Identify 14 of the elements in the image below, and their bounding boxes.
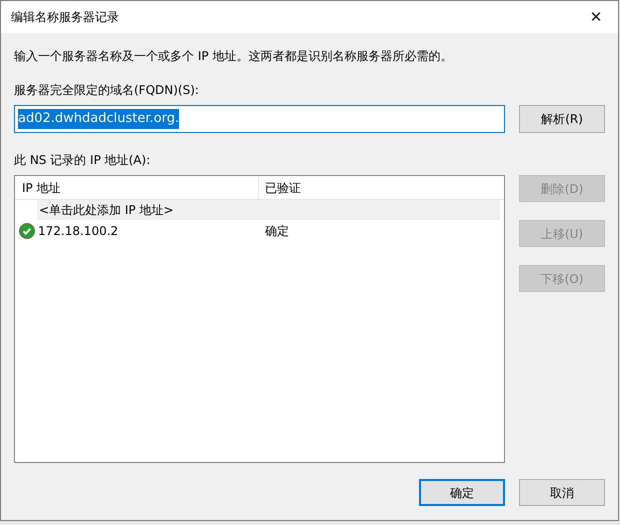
table-cell-text: 172.18.100.2 — [38, 222, 118, 240]
field-label: 此 NS 记录的 IP 地址(A): — [14, 152, 152, 169]
table-cell-text: 确定 — [264, 222, 289, 240]
field-label: 服务器完全限定的域名(FQDN)(S): — [14, 82, 200, 99]
column-header[interactable]: 已验证 — [259, 176, 504, 199]
fqdn-input-field[interactable]: ad02.dwhdadcluster.org. — [14, 105, 506, 133]
column-header[interactable]: IP 地址 — [15, 176, 259, 199]
close-button[interactable]: ✕ — [574, 1, 618, 33]
add-ip-row[interactable]: <单击此处添加 IP 地址> — [37, 200, 500, 220]
ok-button[interactable]: 确定 — [419, 479, 505, 506]
cancel-button[interactable]: 取消 — [519, 479, 605, 506]
resolve-button[interactable]: 解析(R) — [519, 105, 605, 133]
window-title: 编辑名称服务器记录 — [11, 9, 119, 26]
instruction-text: 输入一个服务器名称及一个或多个 IP 地址。这两者都是识别名称服务器所必需的。 — [14, 48, 454, 65]
